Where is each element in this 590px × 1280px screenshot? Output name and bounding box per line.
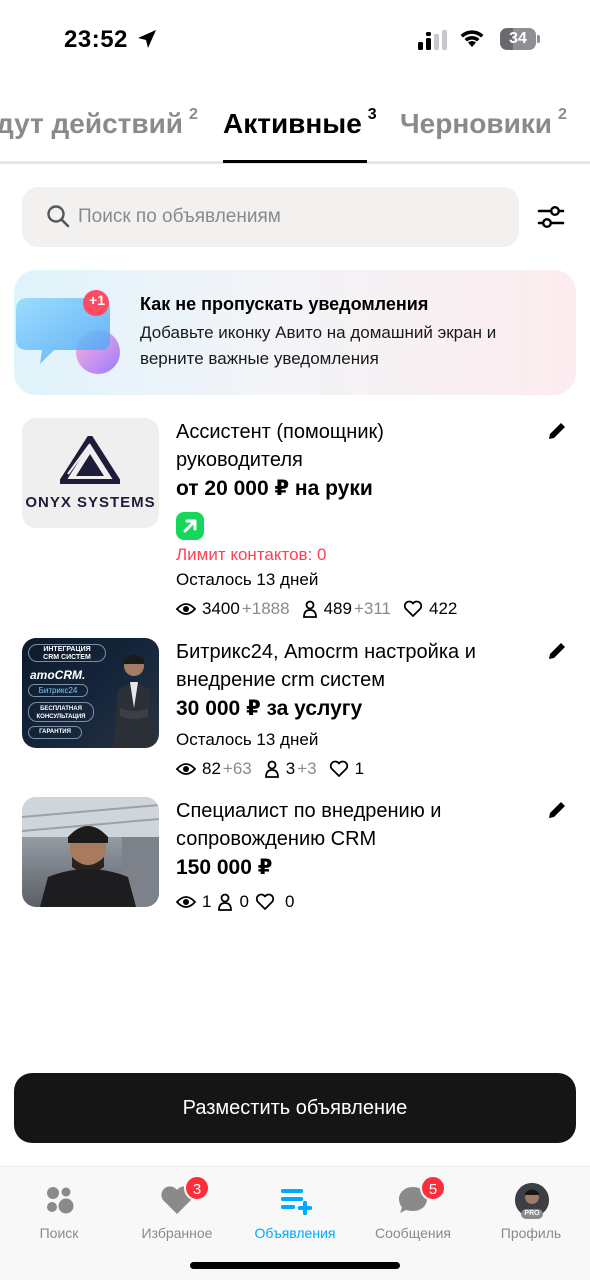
edit-pencil-icon[interactable] [546, 420, 568, 442]
contacts-count: 489 [323, 599, 352, 618]
tab-awaiting-action[interactable]: дут действий 2 [0, 105, 198, 140]
views-count: 1 [202, 892, 212, 911]
tab-count: 2 [558, 105, 567, 123]
listing-title[interactable]: Ассистент (помощник) руководителя [176, 418, 516, 474]
listing-thumbnail[interactable] [22, 797, 159, 907]
tab-drafts[interactable]: Черновики 2 [400, 105, 567, 140]
listing-stats: 82 +63 3 +3 1 [176, 758, 364, 780]
tab-count: 2 [189, 105, 198, 123]
listing-status-tabs: дут действий 2 Активные 3 Черновики 2 [0, 96, 590, 164]
heart-outline-icon [255, 893, 275, 910]
tab-label: дут действий [0, 108, 184, 139]
tab-active[interactable]: Активные 3 [223, 105, 377, 140]
tabbar-item-messages[interactable]: 5 Сообщения [354, 1175, 472, 1245]
location-arrow-icon [138, 30, 156, 48]
banner-badge: +1 [89, 292, 105, 308]
listing-title[interactable]: Специалист по внедрению и сопровождению … [176, 797, 516, 853]
person-icon [264, 760, 279, 778]
favorites-badge: 3 [184, 1175, 210, 1201]
tabbar-label: Объявления [254, 1225, 336, 1241]
search-box[interactable] [22, 187, 519, 247]
contacts-count: 3 [285, 759, 296, 778]
favorites-count: 422 [428, 599, 458, 618]
listing-price: 150 000 ₽ [176, 856, 273, 879]
listing-thumbnail[interactable]: ONYX SYSTEMS [22, 418, 159, 528]
eye-icon [176, 603, 196, 615]
promotion-arrow-icon [176, 512, 204, 540]
views-delta: +1888 [241, 599, 290, 618]
listing-price: от 20 000 ₽ на руки [176, 477, 373, 500]
favorites-count: 0 [284, 892, 295, 911]
status-bar: 23:52 34 [0, 0, 590, 80]
contact-limit: Лимит контактов: 0 [176, 545, 327, 564]
tabbar-label: Профиль [500, 1225, 562, 1241]
views-count: 82 [202, 759, 221, 778]
eye-icon [176, 763, 196, 775]
edit-pencil-icon[interactable] [546, 799, 568, 821]
eye-icon [176, 896, 196, 908]
thumb-caption-integration: ИНТЕГРАЦИЯ CRM СИСТЕМ [28, 644, 106, 662]
search-icon [47, 205, 70, 228]
listing-thumbnail[interactable]: ИНТЕГРАЦИЯ CRM СИСТЕМ amoCRM. Битрикс24 Б… [22, 638, 159, 748]
tabbar-label: Поиск [39, 1225, 79, 1241]
home-indicator [190, 1262, 400, 1269]
tabbar-item-listings[interactable]: Объявления [236, 1175, 354, 1245]
tabbar-item-profile[interactable]: PRO Профиль [472, 1175, 590, 1245]
person-photo-figure [114, 655, 154, 748]
tab-label: Черновики [400, 108, 553, 139]
views-delta: +63 [222, 759, 252, 778]
cellular-signal-icon [418, 30, 447, 50]
status-time: 23:52 [64, 26, 128, 53]
contacts-delta: +311 [353, 599, 391, 618]
tab-label: Активные [223, 108, 362, 139]
tab-count: 3 [367, 105, 377, 123]
tabbar-item-favorites[interactable]: 3 Избранное [118, 1175, 236, 1245]
tabbar-label: Избранное [141, 1225, 213, 1241]
thumb-caption-warranty: ГАРАНТИЯ [28, 726, 82, 739]
search-input[interactable] [78, 187, 498, 247]
days-remaining: Осталось 13 дней [176, 570, 319, 589]
tabbar-label: Сообщения [375, 1225, 451, 1241]
favorites-count: 1 [354, 759, 365, 778]
contacts-count: 0 [239, 892, 249, 911]
thumb-caption-amocrm: amoCRM. [30, 668, 86, 682]
messages-badge: 5 [420, 1175, 446, 1201]
heart-outline-icon [403, 600, 423, 617]
filter-sliders-icon[interactable] [537, 204, 565, 230]
banner-text: Добавьте иконку Авито на домашний экран … [140, 323, 497, 368]
notification-tip-banner[interactable]: +1 Как не пропускать уведомления Добавьт… [14, 270, 576, 395]
battery-level: 34 [509, 30, 527, 47]
battery-icon: 34 [500, 28, 540, 50]
post-ad-button[interactable]: Разместить объявление [14, 1073, 576, 1143]
active-tab-indicator [223, 160, 367, 163]
wifi-icon [460, 30, 484, 47]
edit-pencil-icon[interactable] [546, 640, 568, 662]
contacts-delta: +3 [297, 759, 317, 778]
chat-bubble-illustration [16, 290, 120, 374]
person-photo-figure [22, 797, 159, 907]
person-icon [302, 600, 317, 618]
listing-price: 30 000 ₽ за услугу [176, 697, 363, 720]
search-blobs-icon [47, 1187, 74, 1214]
pro-tag: PRO [521, 1209, 543, 1219]
onyx-logo-icon [60, 436, 120, 484]
heart-outline-icon [329, 760, 348, 777]
banner-title: Как не пропускать уведомления [140, 294, 429, 314]
onyx-logo-text: ONYX SYSTEMS [25, 494, 156, 511]
tabbar-item-search[interactable]: Поиск [0, 1175, 118, 1245]
listing-stats: 1 0 0 [176, 891, 294, 913]
thumb-caption-bitrix: Битрикс24 [28, 684, 88, 697]
listing-title[interactable]: Битрикс24, Amocrm настройка и внедрение … [176, 638, 516, 694]
listings-add-icon [281, 1189, 312, 1215]
thumb-caption-consult: БЕСПЛАТНАЯ КОНСУЛЬТАЦИЯ [28, 702, 94, 722]
days-remaining: Осталось 13 дней [176, 730, 319, 749]
listing-stats: 3400 +1888 489 +311 422 [176, 598, 457, 620]
person-icon [218, 893, 233, 911]
views-count: 3400 [202, 599, 240, 618]
